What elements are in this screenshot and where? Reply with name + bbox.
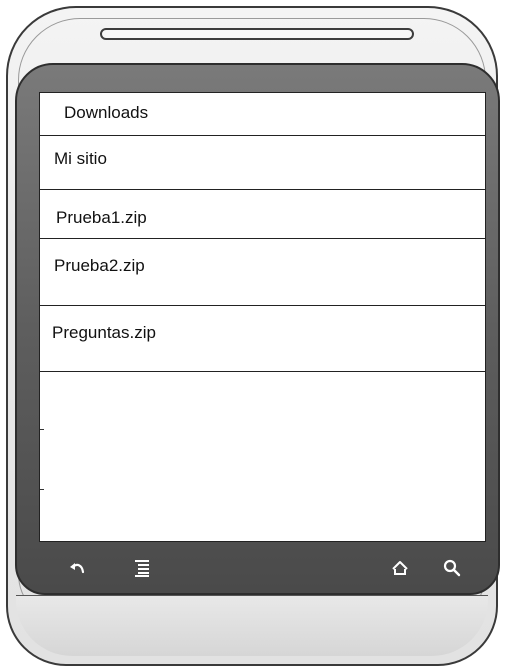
menu-button[interactable] [130,556,154,580]
phone-screen: Downloads Mi sitio Prueba1.zip Prueba2.z… [39,92,486,542]
list-item-prueba1[interactable]: Prueba1.zip [40,190,485,239]
list-item-label: Prueba1.zip [56,208,147,227]
list-divider-fragment [40,429,44,430]
list-item-mi-sitio[interactable]: Mi sitio [40,136,485,190]
list-item-label: Preguntas.zip [52,323,156,342]
list-divider-fragment [40,489,44,490]
list-item-prueba2[interactable]: Prueba2.zip [40,239,485,306]
page-title: Downloads [64,103,149,122]
menu-icon [135,560,149,577]
phone-bottom-lip [16,595,488,656]
list-item-label: Mi sitio [54,149,107,168]
list-item-preguntas[interactable]: Preguntas.zip [40,306,485,372]
screen-header: Downloads [40,93,485,136]
home-icon [392,561,408,575]
search-button[interactable] [440,556,464,580]
list-item-label: Prueba2.zip [54,256,145,275]
search-icon [443,559,461,577]
back-icon [70,563,85,574]
navigation-bar [42,548,482,588]
earpiece-speaker [100,28,414,40]
home-button[interactable] [388,556,412,580]
back-button[interactable] [66,556,90,580]
